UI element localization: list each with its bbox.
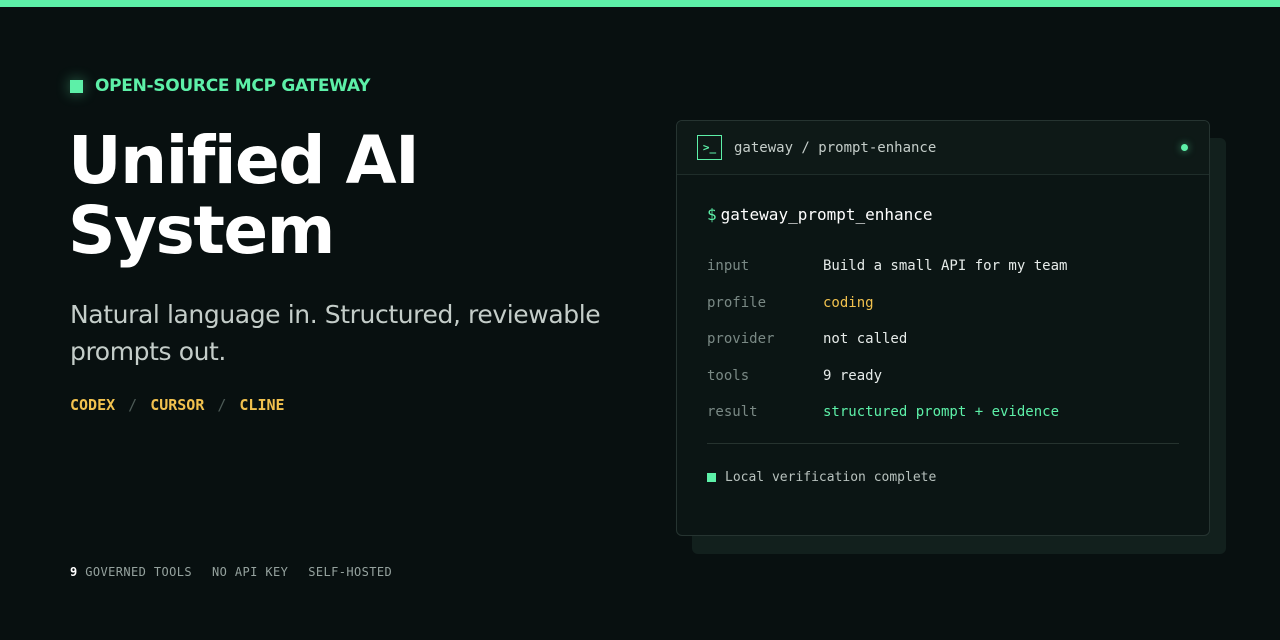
result-row-provider: provider not called: [707, 331, 1179, 368]
page-title: Unified AI System: [68, 126, 588, 266]
top-accent-bar: [0, 0, 1280, 7]
row-value: Build a small API for my team: [823, 258, 1068, 274]
client-list: CODEX / CURSOR / CLINE: [70, 396, 285, 414]
square-bullet-icon: [70, 79, 83, 93]
eyebrow: OPEN-SOURCE MCP GATEWAY: [70, 76, 370, 96]
client-cline: CLINE: [239, 396, 285, 414]
feature-self-hosted: SELF-HOSTED: [308, 565, 393, 579]
command-text: gateway_prompt_enhance: [720, 205, 933, 224]
result-row-result: result structured prompt + evidence: [707, 404, 1179, 441]
feature-governed-tools: 9 GOVERNED TOOLS: [70, 565, 192, 579]
terminal-header: >_ gateway / prompt-enhance: [677, 121, 1209, 175]
row-value: not called: [823, 331, 908, 347]
terminal-body: $ gateway_prompt_enhance input Build a sm…: [677, 175, 1209, 485]
result-row-profile: profile coding: [707, 295, 1179, 332]
row-key: profile: [707, 294, 767, 311]
square-status-icon: [707, 472, 716, 482]
result-row-input: input Build a small API for my team: [707, 258, 1179, 295]
feature-no-api-key: NO API KEY: [212, 565, 289, 579]
command-line: $ gateway_prompt_enhance: [707, 205, 1179, 233]
client-cursor: CURSOR: [150, 396, 205, 414]
result-row-tools: tools 9 ready: [707, 368, 1179, 405]
verification-status-text: Local verification complete: [725, 469, 937, 485]
row-key: provider: [707, 331, 775, 347]
client-separator: /: [217, 396, 227, 414]
client-codex: CODEX: [70, 396, 116, 414]
terminal-card: >_ gateway / prompt-enhance $ gateway_pro…: [676, 120, 1210, 536]
page-title-line-1: Unified AI: [68, 122, 420, 199]
eyebrow-label: OPEN-SOURCE MCP GATEWAY: [95, 76, 371, 96]
tools-label: GOVERNED TOOLS: [85, 565, 192, 579]
row-key: input: [707, 258, 750, 274]
subtitle: Natural language in. Structured, reviewa…: [70, 300, 601, 366]
result-list: input Build a small API for my team prof…: [707, 258, 1179, 441]
client-separator: /: [128, 396, 138, 414]
row-key: result: [707, 404, 758, 420]
terminal-icon: >_: [697, 135, 722, 160]
prompt-symbol: $: [707, 205, 717, 224]
page-title-line-2: System: [68, 192, 335, 269]
row-value: 9 ready: [823, 367, 883, 384]
verification-status: Local verification complete: [707, 470, 1179, 485]
divider: [707, 442, 1179, 444]
status-dot-icon: [1181, 144, 1188, 151]
row-value: structured prompt + evidence: [823, 404, 1060, 420]
row-key: tools: [707, 367, 750, 384]
tools-count: 9: [70, 565, 78, 579]
feature-list: 9 GOVERNED TOOLS NO API KEY SELF-HOSTED: [70, 565, 392, 579]
terminal-title: gateway / prompt-enhance: [734, 139, 937, 156]
row-value: coding: [823, 294, 874, 311]
